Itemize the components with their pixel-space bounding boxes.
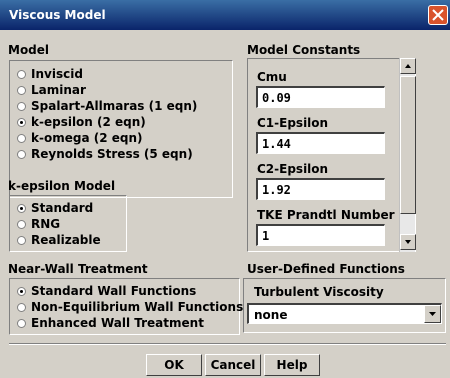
radio-label: Spalart-Allmaras (1 eqn) bbox=[31, 99, 198, 113]
radio-realizable-dot bbox=[17, 235, 26, 245]
window-title: Viscous Model bbox=[9, 8, 106, 22]
radio-rng-dot bbox=[17, 219, 26, 229]
model-group-label: Model bbox=[8, 43, 50, 57]
radio-k-epsilon-dot bbox=[17, 117, 26, 127]
radio-label: Reynolds Stress (5 eqn) bbox=[31, 147, 193, 161]
select-dropdown-button[interactable] bbox=[424, 305, 441, 323]
radio-k-epsilon[interactable]: k-epsilon (2 eqn) bbox=[17, 115, 146, 129]
scroll-thumb[interactable] bbox=[400, 76, 416, 214]
radio-standard[interactable]: Standard bbox=[17, 201, 93, 215]
radio-label: k-epsilon (2 eqn) bbox=[31, 115, 146, 129]
radio-label: Inviscid bbox=[31, 67, 83, 81]
radio-enhanced-dot bbox=[17, 318, 26, 328]
radio-spalart-dot bbox=[17, 101, 26, 111]
chevron-down-icon bbox=[429, 312, 436, 316]
turbulent-viscosity-select[interactable]: none bbox=[247, 303, 442, 324]
radio-label: Laminar bbox=[31, 83, 86, 97]
cmu-input[interactable]: 0.09 bbox=[256, 86, 385, 108]
arrow-down-icon bbox=[405, 240, 411, 244]
scroll-up-button[interactable] bbox=[400, 58, 416, 74]
button-separator bbox=[9, 343, 446, 345]
radio-label: RNG bbox=[31, 217, 61, 231]
cmu-label: Cmu bbox=[257, 70, 287, 84]
radio-laminar-dot bbox=[17, 85, 26, 95]
tke-prandtl-input[interactable]: 1 bbox=[256, 224, 385, 246]
radio-standard-wall-functions[interactable]: Standard Wall Functions bbox=[17, 284, 196, 298]
select-value: none bbox=[254, 308, 288, 322]
constants-scrollbar[interactable] bbox=[399, 58, 416, 252]
radio-label: Standard Wall Functions bbox=[31, 284, 197, 298]
radio-non-equilibrium[interactable]: Non-Equilibrium Wall Functions bbox=[17, 300, 243, 314]
radio-enhanced-wall[interactable]: Enhanced Wall Treatment bbox=[17, 316, 204, 330]
radio-inviscid-dot bbox=[17, 69, 26, 79]
constants-group-label: Model Constants bbox=[247, 43, 361, 57]
radio-inviscid[interactable]: Inviscid bbox=[17, 67, 83, 81]
ok-button[interactable]: OK bbox=[146, 354, 202, 376]
radio-rng[interactable]: RNG bbox=[17, 217, 60, 231]
radio-k-omega[interactable]: k-omega (2 eqn) bbox=[17, 131, 142, 145]
turbulent-viscosity-label: Turbulent Viscosity bbox=[254, 285, 384, 299]
c1-epsilon-label: C1-Epsilon bbox=[257, 116, 329, 130]
radio-spalart-allmaras[interactable]: Spalart-Allmaras (1 eqn) bbox=[17, 99, 197, 113]
radio-label: Standard bbox=[31, 201, 94, 215]
radio-std-wall-dot bbox=[17, 286, 26, 296]
radio-standard-dot bbox=[17, 203, 26, 213]
radio-label: Enhanced Wall Treatment bbox=[31, 316, 204, 330]
c1-epsilon-input[interactable]: 1.44 bbox=[256, 132, 385, 154]
radio-non-eq-dot bbox=[17, 302, 26, 312]
radio-realizable[interactable]: Realizable bbox=[17, 233, 101, 247]
c2-epsilon-input[interactable]: 1.92 bbox=[256, 178, 385, 200]
c2-epsilon-label: C2-Epsilon bbox=[257, 162, 329, 176]
close-button[interactable] bbox=[428, 5, 448, 25]
help-button[interactable]: Help bbox=[264, 354, 320, 376]
tke-prandtl-label: TKE Prandtl Number bbox=[257, 208, 395, 222]
close-icon bbox=[432, 9, 444, 21]
nearwall-group-label: Near-Wall Treatment bbox=[8, 262, 148, 276]
udf-group-label: User-Defined Functions bbox=[247, 262, 405, 276]
radio-label: Non-Equilibrium Wall Functions bbox=[31, 300, 244, 314]
radio-k-omega-dot bbox=[17, 133, 26, 143]
kepsilon-group-label: k-epsilon Model bbox=[8, 179, 116, 193]
radio-reynolds-dot bbox=[17, 149, 26, 159]
radio-label: Realizable bbox=[31, 233, 101, 247]
title-bar: Viscous Model bbox=[0, 0, 450, 30]
radio-laminar[interactable]: Laminar bbox=[17, 83, 86, 97]
scroll-down-button[interactable] bbox=[400, 234, 416, 250]
radio-label: k-omega (2 eqn) bbox=[31, 131, 143, 145]
arrow-up-icon bbox=[405, 64, 411, 68]
radio-reynolds-stress[interactable]: Reynolds Stress (5 eqn) bbox=[17, 147, 193, 161]
cancel-button[interactable]: Cancel bbox=[205, 354, 261, 376]
